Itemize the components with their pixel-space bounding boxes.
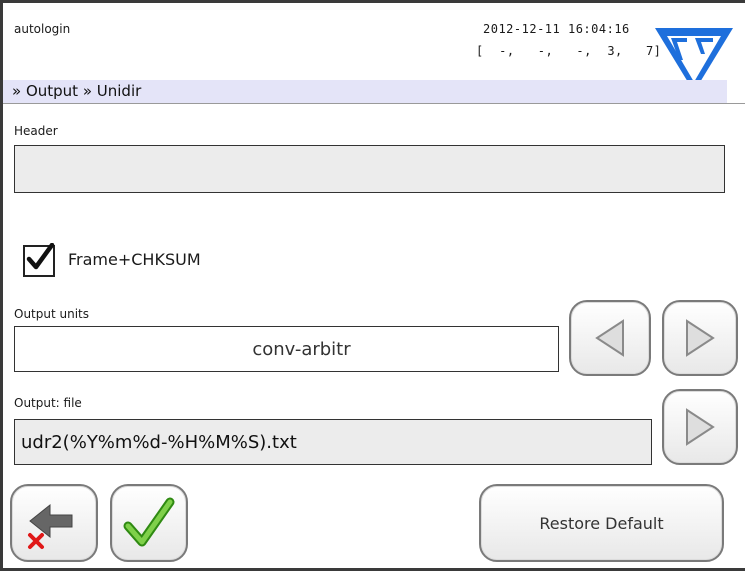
ok-button[interactable]: [110, 484, 188, 562]
output-units-field[interactable]: conv-arbitr: [14, 326, 559, 372]
triangle-right-icon: [686, 319, 715, 357]
prev-units-button[interactable]: [569, 300, 651, 376]
output-file-label: Output: file: [14, 396, 82, 410]
checkmark-icon: [26, 243, 55, 270]
output-file-field[interactable]: udr2(%Y%m%d-%H%M%S).txt: [14, 419, 652, 465]
triangle-left-icon: [595, 319, 624, 357]
user-name: autologin: [14, 22, 71, 36]
next-file-button[interactable]: [662, 389, 738, 465]
restore-default-button[interactable]: Restore Default: [479, 484, 724, 562]
cancel-button[interactable]: [10, 484, 98, 562]
screen: autologin 2012-12-11 16:04:16 [ -, -, -,…: [0, 0, 745, 571]
back-arrow-red-x-icon: [28, 503, 73, 549]
frame-chksum-label: Frame+CHKSUM: [68, 250, 201, 269]
green-checkmark-icon: [123, 497, 175, 547]
header-input[interactable]: [14, 145, 725, 193]
header-label: Header: [14, 124, 58, 138]
breadcrumb-divider: [3, 103, 745, 104]
status-readout: [ -, -, -, 3, 7]: [476, 44, 662, 58]
next-units-button[interactable]: [662, 300, 738, 376]
output-units-label: Output units: [14, 307, 89, 321]
frame-chksum-checkbox[interactable]: [23, 243, 55, 277]
frame-border-top: [0, 0, 745, 3]
breadcrumb: » Output » Unidir: [12, 82, 142, 100]
datetime: 2012-12-11 16:04:16: [483, 22, 630, 36]
triangle-right-icon: [686, 408, 715, 446]
